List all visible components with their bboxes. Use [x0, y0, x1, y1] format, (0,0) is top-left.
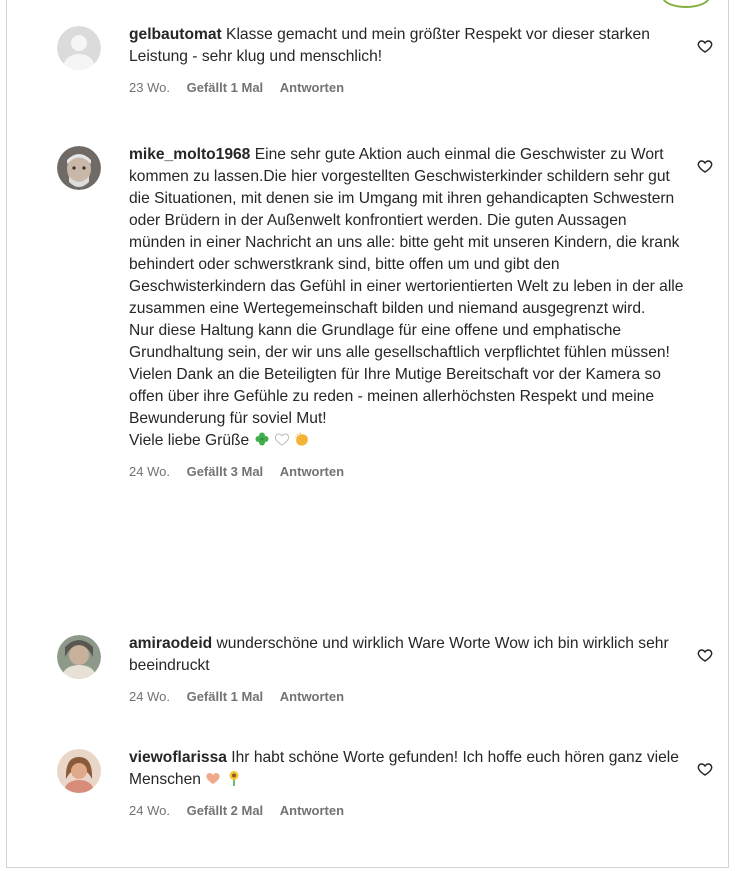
- comment-age: 24 Wo.: [129, 803, 170, 818]
- comment-body-paragraph-2: Nur diese Haltung kann die Grundlage für…: [129, 322, 670, 361]
- user-photo-icon: [57, 749, 101, 793]
- comment-text: viewoflarissa Ihr habt schöne Worte gefu…: [129, 747, 685, 791]
- like-heart-icon[interactable]: [697, 647, 713, 663]
- comment-age: 24 Wo.: [129, 689, 170, 704]
- comment-meta: 24 Wo. Gefällt 1 Mal Antworten: [129, 689, 685, 705]
- avatar[interactable]: [57, 26, 101, 70]
- four-leaf-clover-icon: [255, 432, 269, 446]
- avatar[interactable]: [57, 146, 101, 190]
- reply-button[interactable]: Antworten: [280, 803, 344, 818]
- reply-button[interactable]: Antworten: [280, 689, 344, 704]
- comment-likes[interactable]: Gefällt 3 Mal: [187, 464, 264, 479]
- reply-button[interactable]: Antworten: [280, 80, 344, 95]
- comment-age: 23 Wo.: [129, 80, 170, 95]
- comment-meta: 23 Wo. Gefällt 1 Mal Antworten: [129, 80, 685, 96]
- like-heart-icon[interactable]: [697, 38, 713, 54]
- comment-text: amiraodeid wunderschöne und wirklich War…: [129, 633, 685, 677]
- like-heart-icon[interactable]: [697, 761, 713, 777]
- comments-panel: gelbautomat Klasse gemacht und mein größ…: [6, 0, 729, 868]
- comment-age: 24 Wo.: [129, 464, 170, 479]
- user-photo-icon: [57, 146, 101, 190]
- comment-meta: 24 Wo. Gefällt 2 Mal Antworten: [129, 803, 685, 819]
- clapping-hands-icon: [295, 432, 309, 446]
- comment-body: Eine sehr gute Aktion auch einmal die Ge…: [129, 146, 684, 317]
- decorative-arc: [662, 0, 710, 8]
- comment-text: gelbautomat Klasse gemacht und mein größ…: [129, 24, 685, 68]
- comment-username[interactable]: gelbautomat: [129, 26, 222, 43]
- comment-body-paragraph-4: Viele liebe Grüße: [129, 432, 250, 449]
- like-heart-icon[interactable]: [697, 158, 713, 174]
- comment-meta: 24 Wo. Gefällt 3 Mal Antworten: [129, 464, 685, 480]
- user-photo-icon: [57, 635, 101, 679]
- heart-hands-icon: [206, 773, 220, 784]
- comment-username[interactable]: viewoflarissa: [129, 749, 227, 766]
- reply-button[interactable]: Antworten: [280, 464, 344, 479]
- comment-likes[interactable]: Gefällt 1 Mal: [187, 689, 264, 704]
- comment-username[interactable]: amiraodeid: [129, 635, 212, 652]
- comment-username[interactable]: mike_molto1968: [129, 146, 250, 163]
- default-avatar-icon: [57, 26, 101, 70]
- comment-text: mike_molto1968 Eine sehr gute Aktion auc…: [129, 144, 685, 452]
- sunflower-icon: [229, 771, 239, 786]
- comment-likes[interactable]: Gefällt 2 Mal: [187, 803, 264, 818]
- comment-body-paragraph-3: Vielen Dank an die Beteiligten für Ihre …: [129, 366, 661, 427]
- white-heart-icon: [274, 433, 290, 446]
- comment-likes[interactable]: Gefällt 1 Mal: [187, 80, 264, 95]
- avatar[interactable]: [57, 749, 101, 793]
- avatar[interactable]: [57, 635, 101, 679]
